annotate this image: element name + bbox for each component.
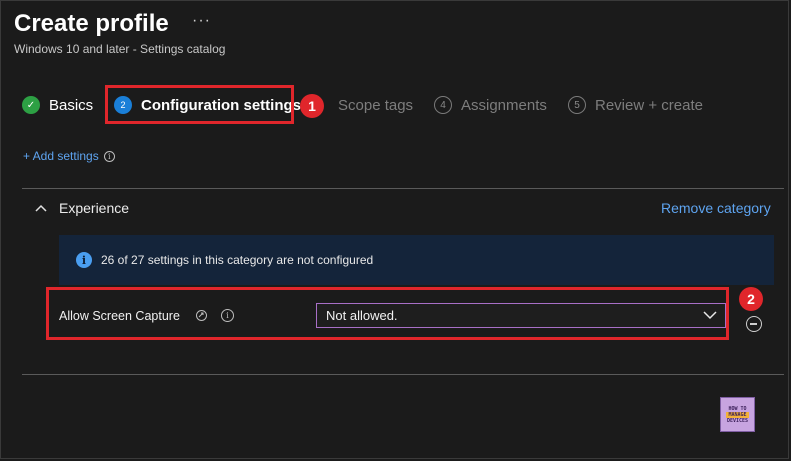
step-number-icon: 5 — [568, 96, 586, 114]
annotation-badge-1: 1 — [300, 94, 324, 118]
info-icon: i — [103, 150, 115, 162]
remove-setting-icon[interactable] — [746, 316, 762, 332]
remove-category-link[interactable]: Remove category — [661, 200, 771, 216]
step-number-icon: 4 — [434, 96, 452, 114]
step-scope-tags[interactable]: Scope tags — [311, 96, 413, 114]
check-icon: ✓ — [22, 96, 40, 114]
more-options-button[interactable]: ··· — [192, 12, 211, 30]
howto-manage-devices-logo: HOW TO MANAGE DEVICES — [720, 397, 755, 432]
step-basics[interactable]: ✓ Basics — [22, 96, 93, 114]
divider — [22, 374, 784, 375]
add-settings-link[interactable]: + Add settings i — [23, 149, 115, 163]
step-scope-tags-label: Scope tags — [338, 96, 414, 114]
step-basics-label: Basics — [49, 96, 94, 114]
add-settings-label: + Add settings — [23, 149, 99, 163]
highlight-box-setting — [46, 287, 729, 340]
page-subtitle: Windows 10 and later - Settings catalog — [14, 42, 226, 56]
logo-line3: DEVICES — [726, 417, 749, 424]
chevron-up-icon[interactable] — [34, 201, 48, 215]
step-review-create[interactable]: 5 Review + create — [568, 96, 703, 114]
info-icon: i — [76, 252, 92, 268]
page-title: Create profile — [14, 10, 169, 37]
annotation-badge-2: 2 — [739, 287, 763, 311]
window-frame — [0, 0, 789, 459]
divider — [22, 188, 784, 189]
highlight-box-configuration — [105, 85, 294, 124]
step-review-create-label: Review + create — [595, 96, 703, 114]
step-assignments[interactable]: 4 Assignments — [434, 96, 547, 114]
info-banner: i 26 of 27 settings in this category are… — [59, 235, 774, 285]
step-assignments-label: Assignments — [461, 96, 547, 114]
banner-text: 26 of 27 settings in this category are n… — [101, 253, 374, 267]
category-title: Experience — [59, 200, 130, 216]
